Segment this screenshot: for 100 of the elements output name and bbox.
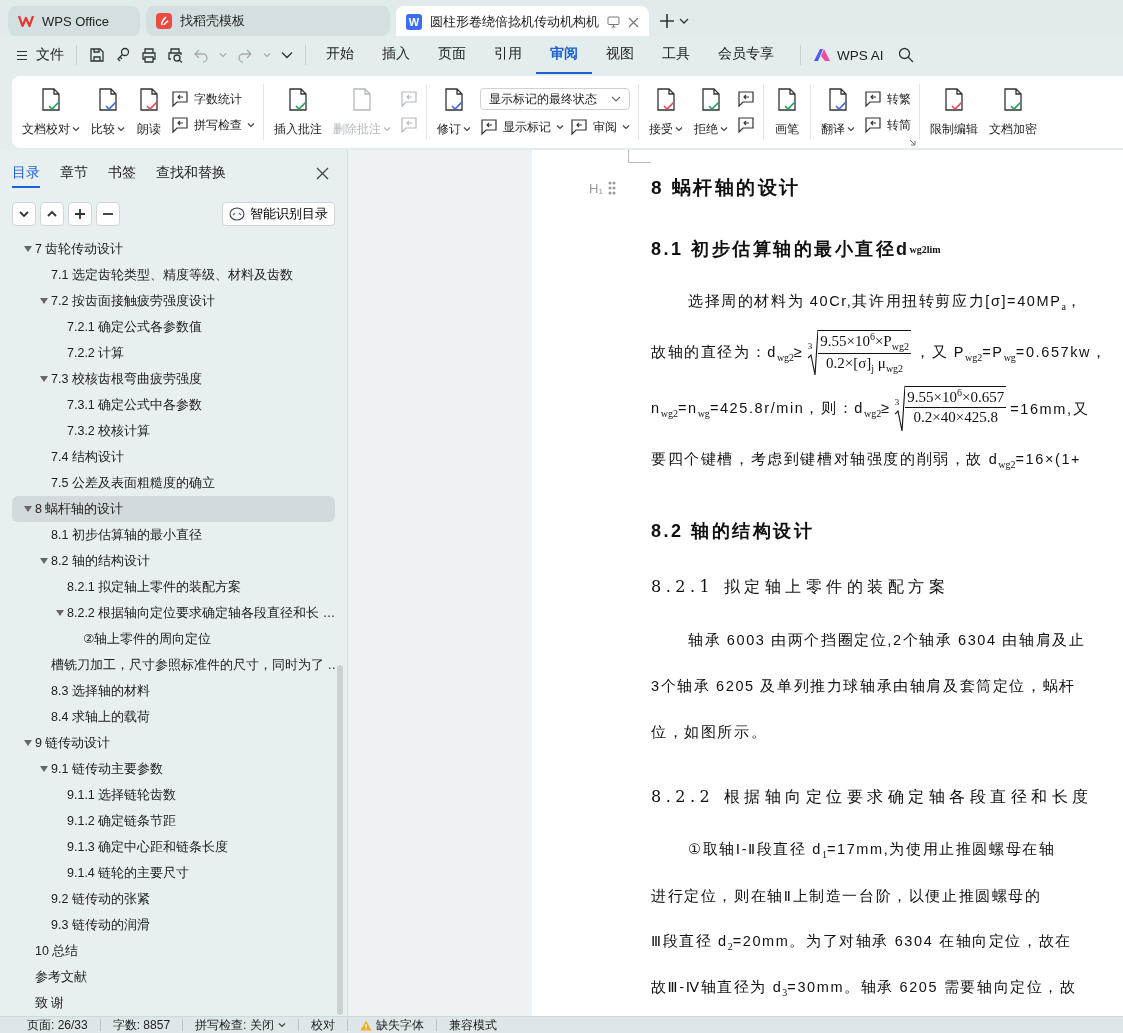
toc-row[interactable]: 7.1 选定齿轮类型、精度等级、材料及齿数: [12, 262, 335, 288]
toc-item[interactable]: 9.3 链传动的润滑: [51, 916, 150, 934]
ribbon-button[interactable]: 翻译: [819, 84, 857, 140]
toc-item[interactable]: 7.4 结构设计: [51, 448, 124, 466]
chevron-down-icon[interactable]: [679, 17, 689, 25]
toc-row[interactable]: 9.1.3 确定中心距和链条长度: [12, 834, 335, 860]
ribbon-button[interactable]: 字数统计: [171, 90, 242, 108]
plus-button[interactable]: [68, 202, 92, 226]
ribbon-button[interactable]: 文档加密: [987, 84, 1039, 140]
toc-row[interactable]: 7.3.2 校核计算: [12, 418, 335, 444]
drag-handle-icon[interactable]: [607, 181, 616, 195]
ribbon-button[interactable]: 接受: [647, 84, 685, 140]
expand-arrow-icon[interactable]: [40, 298, 48, 304]
toc-item[interactable]: 致 谢: [35, 994, 65, 1012]
wps-ai-button[interactable]: WPS AI: [813, 47, 884, 63]
toc-item[interactable]: 9 链传动设计: [35, 734, 111, 752]
toc-item[interactable]: 8 蜗杆轴的设计: [35, 500, 124, 518]
toc-row[interactable]: 9.1.4 链轮的主要尺寸: [12, 860, 335, 886]
ribbon-button[interactable]: 文档校对: [20, 84, 82, 140]
ribbon-tab[interactable]: 引用: [480, 36, 536, 74]
smart-toc-button[interactable]: 智能识别目录: [222, 202, 335, 226]
print-icon[interactable]: [141, 47, 157, 63]
toc-item[interactable]: 参考文献: [35, 968, 87, 986]
ribbon-tab[interactable]: 视图: [592, 36, 648, 74]
toc-row[interactable]: 9.1.2 确定链条节距: [12, 808, 335, 834]
save-icon[interactable]: [89, 47, 105, 63]
toc-item[interactable]: 8.4 求轴上的载荷: [51, 708, 150, 726]
toc-row[interactable]: 7.5 公差及表面粗糙度的确立: [12, 470, 335, 496]
comment-arrow-icon[interactable]: [737, 116, 755, 134]
toc-item[interactable]: 7.2.2 计算: [67, 344, 125, 362]
ribbon-tab[interactable]: 页面: [424, 36, 480, 74]
toc-row[interactable]: 7 齿轮传动设计: [12, 236, 335, 262]
toc-item[interactable]: 9.1.3 确定中心距和链条长度: [67, 838, 229, 856]
ribbon-tab[interactable]: 工具: [648, 36, 704, 74]
toc-row[interactable]: 9.1 链传动主要参数: [12, 756, 335, 782]
file-menu-button[interactable]: 文件: [16, 46, 64, 64]
chevron-down-button[interactable]: [12, 202, 36, 226]
toc-row[interactable]: 8.4 求轴上的载荷: [12, 704, 335, 730]
toc-item[interactable]: 8.3 选择轴的材料: [51, 682, 150, 700]
close-icon[interactable]: [316, 166, 329, 180]
toc-item[interactable]: 8.2.2 根据轴向定位要求确定轴各段直径和长 …: [67, 604, 336, 622]
toc-row[interactable]: 9.3 链传动的润滑: [12, 912, 335, 938]
toc-item[interactable]: 9.1.2 确定链条节距: [67, 812, 177, 830]
ribbon-button[interactable]: 转简: [864, 116, 911, 134]
panel-tab[interactable]: 书签: [108, 158, 136, 188]
toc-row[interactable]: ②轴上零件的周向定位: [12, 626, 335, 652]
toc-row[interactable]: 8.2.2 根据轴向定位要求确定轴各段直径和长 …: [12, 600, 335, 626]
toc-item[interactable]: 7.2 按齿面接触疲劳强度设计: [51, 292, 215, 310]
ribbon-button[interactable]: 显示标记: [480, 118, 564, 136]
toc-item[interactable]: 10 总结: [35, 942, 79, 960]
expand-arrow-icon[interactable]: [24, 506, 32, 512]
toc-item[interactable]: 8.2.1 拟定轴上零件的装配方案: [67, 578, 242, 596]
print-preview-icon[interactable]: [167, 47, 183, 63]
toc-row[interactable]: 7.3 校核齿根弯曲疲劳强度: [12, 366, 335, 392]
panel-tab[interactable]: 目录: [12, 158, 40, 188]
toc-item[interactable]: 9.1.1 选择链轮齿数: [67, 786, 177, 804]
search-icon[interactable]: [897, 47, 914, 63]
toc-row[interactable]: 8 蜗杆轴的设计: [12, 496, 335, 522]
spellcheck-dropdown[interactable]: 拼写检查: 关闭: [195, 1016, 286, 1033]
toc-row[interactable]: 8.2.1 拟定轴上零件的装配方案: [12, 574, 335, 600]
key-icon[interactable]: [115, 47, 131, 63]
toc-item[interactable]: 9.1.4 链轮的主要尺寸: [67, 864, 190, 882]
toc-row[interactable]: 7.2.2 计算: [12, 340, 335, 366]
toc-item[interactable]: 7 齿轮传动设计: [35, 240, 124, 258]
expand-arrow-icon[interactable]: [24, 246, 32, 252]
ribbon-button[interactable]: 修订: [435, 84, 473, 140]
ribbon-button[interactable]: 转繁: [864, 90, 911, 108]
toc-item[interactable]: ②轴上零件的周向定位: [83, 630, 212, 648]
markup-dropdown[interactable]: 显示标记的最终状态: [480, 88, 630, 110]
toc-item[interactable]: 8.1 初步估算轴的最小直径: [51, 526, 202, 544]
toc-item[interactable]: 9.2 链传动的张紧: [51, 890, 150, 908]
ribbon-button[interactable]: 拼写检查: [171, 116, 255, 134]
toc-row[interactable]: 7.2 按齿面接触疲劳强度设计: [12, 288, 335, 314]
panel-tab[interactable]: 章节: [60, 158, 88, 188]
ribbon-button[interactable]: 插入批注: [272, 84, 324, 140]
toc-item[interactable]: 7.5 公差及表面粗糙度的确立: [51, 474, 215, 492]
ribbon-tab[interactable]: 会员专享: [704, 36, 788, 74]
chevron-up-button[interactable]: [40, 202, 64, 226]
ribbon-button[interactable]: 审阅: [570, 118, 630, 136]
close-icon[interactable]: [628, 16, 639, 28]
document-tab[interactable]: 找稻壳模板: [146, 6, 390, 36]
toc-row[interactable]: 8.1 初步估算轴的最小直径: [12, 522, 335, 548]
expand-arrow-icon[interactable]: [40, 558, 48, 564]
ribbon-tab[interactable]: 开始: [312, 36, 368, 74]
ribbon-button[interactable]: 朗读: [134, 84, 164, 140]
toc-row[interactable]: 8.2 轴的结构设计: [12, 548, 335, 574]
ribbon-button[interactable]: 拒绝: [692, 84, 730, 140]
toc-item[interactable]: 7.1 选定齿轮类型、精度等级、材料及齿数: [51, 266, 293, 284]
toc-row[interactable]: 致 谢: [12, 990, 335, 1016]
toc-item[interactable]: 8.2 轴的结构设计: [51, 552, 150, 570]
minus-button[interactable]: [96, 202, 120, 226]
ribbon-button[interactable]: 限制编辑: [928, 84, 980, 140]
toc-item[interactable]: 7.2.1 确定公式各参数值: [67, 318, 203, 336]
dialog-launcher-icon[interactable]: [909, 139, 916, 146]
comment-arrow-icon[interactable]: [737, 90, 755, 108]
toc-item[interactable]: 9.1 链传动主要参数: [51, 760, 163, 778]
chevron-down-icon[interactable]: [281, 51, 293, 59]
toc-item[interactable]: 槽铣刀加工，尺寸参照标准件的尺寸，同时为了 …: [51, 656, 340, 674]
toc-row[interactable]: 9.2 链传动的张紧: [12, 886, 335, 912]
scrollbar-thumb[interactable]: [337, 665, 343, 1015]
